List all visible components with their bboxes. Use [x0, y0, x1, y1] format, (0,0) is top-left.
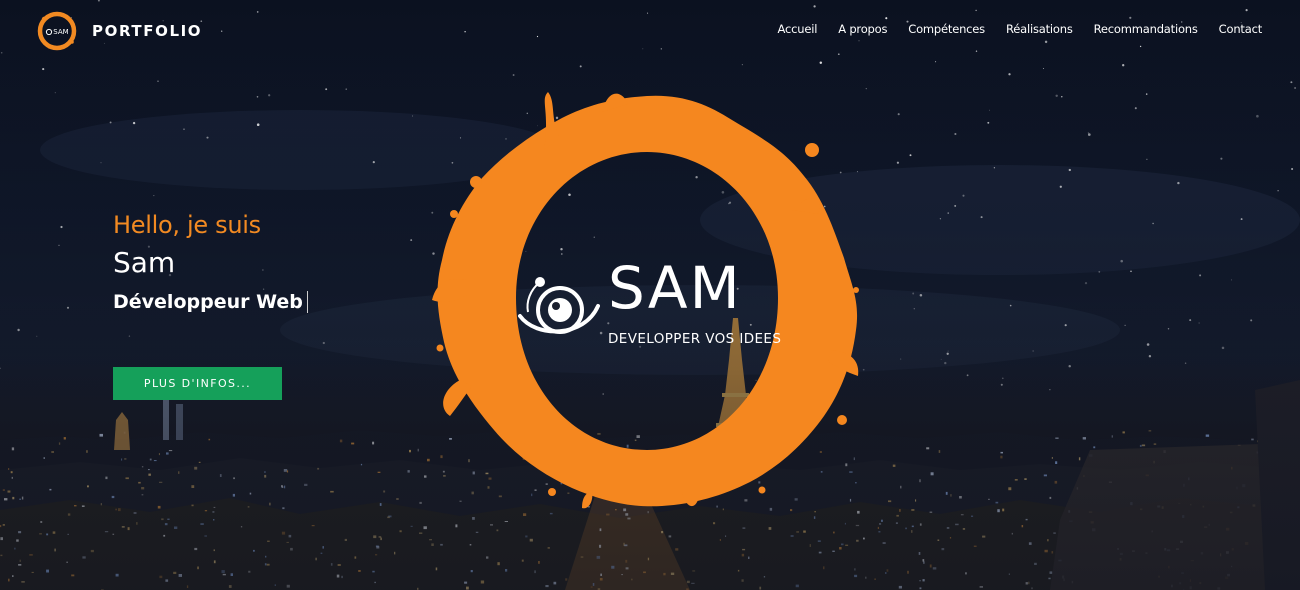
intro-block: Hello, je suis Sam Développeur Web	[113, 208, 443, 320]
nav-accueil[interactable]: Accueil	[778, 20, 818, 38]
greeting-text: Hello, je suis	[113, 211, 261, 239]
main-nav: Accueil A propos Compétences Réalisation…	[757, 20, 1263, 38]
logo-text: SAM	[53, 28, 68, 36]
typing-cursor	[306, 291, 308, 313]
emblem-tagline: DEVELOPPER VOS IDEES	[608, 331, 782, 347]
brand-name: PORTFOLIO	[92, 22, 203, 40]
sam-emblem: SAM DEVELOPPER VOS IDEES	[432, 90, 862, 510]
role-text: Développeur Web	[113, 291, 303, 313]
orbit-eye-logo-icon	[518, 277, 600, 334]
nav-recommandations[interactable]: Recommandations	[1094, 20, 1198, 38]
nav-realisations[interactable]: Réalisations	[1006, 20, 1073, 38]
hero-section: SAM PORTFOLIO Accueil A propos Compétenc…	[0, 0, 1300, 590]
emblem-title: SAM	[608, 254, 742, 322]
more-info-button[interactable]: PLUS D'INFOS...	[113, 367, 282, 400]
nav-contact[interactable]: Contact	[1219, 20, 1263, 38]
brand-link[interactable]: SAM PORTFOLIO	[35, 9, 202, 53]
site-header: SAM PORTFOLIO Accueil A propos Compétenc…	[0, 0, 1300, 58]
nav-competences[interactable]: Compétences	[908, 20, 985, 38]
orange-ring-logo-icon: SAM	[37, 11, 77, 51]
role-line: Développeur Web	[113, 284, 443, 320]
person-name: Sam	[113, 246, 176, 279]
nav-a-propos[interactable]: A propos	[838, 20, 887, 38]
